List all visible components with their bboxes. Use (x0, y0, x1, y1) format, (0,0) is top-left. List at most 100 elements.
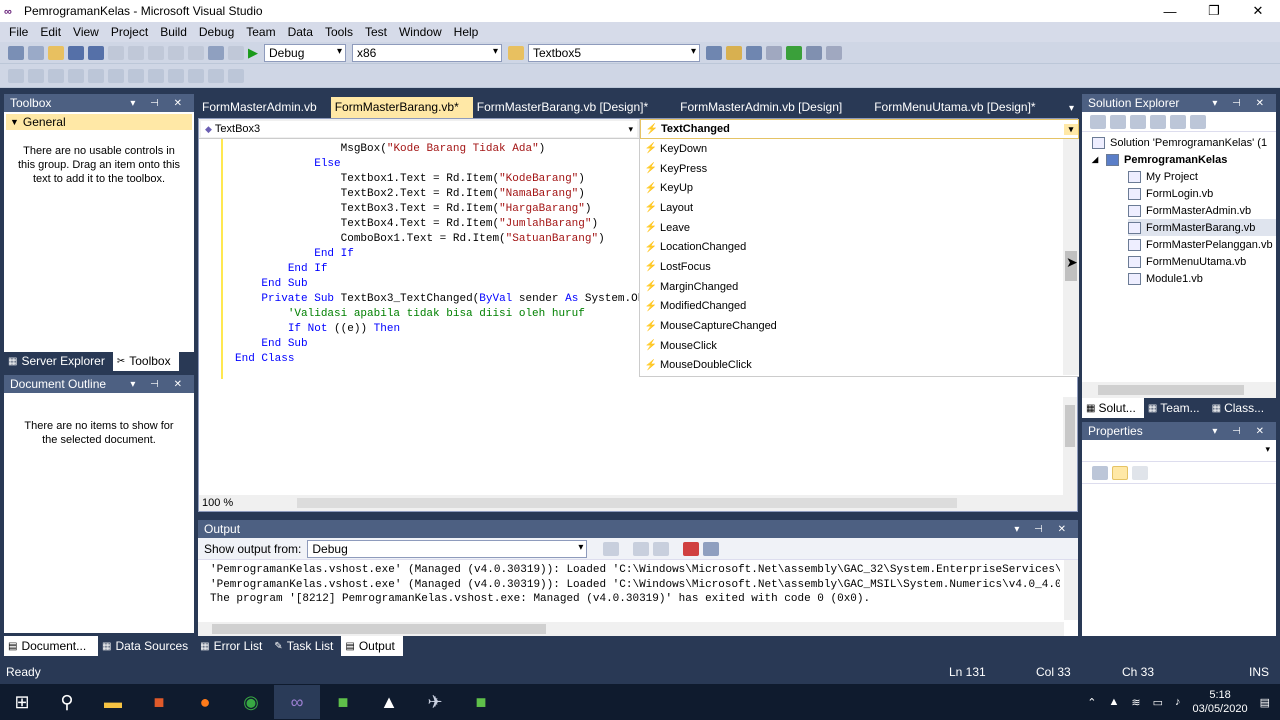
indent-icon[interactable] (108, 68, 124, 83)
menu-view[interactable]: View (67, 25, 105, 39)
new-project-icon[interactable] (8, 45, 24, 60)
start-page-icon[interactable] (786, 45, 802, 60)
tab-task-list[interactable]: ✎ Task List (270, 636, 341, 656)
zoom-level[interactable]: 100 % (199, 497, 259, 509)
menu-test[interactable]: Test (359, 25, 393, 39)
solution-item[interactable]: FormMenuUtama.vb (1128, 253, 1276, 270)
output-horizontal-scrollbar[interactable] (198, 622, 1064, 636)
tab-formmasterbarang-vb[interactable]: FormMasterBarang.vb* (330, 97, 473, 118)
tab-class-view[interactable]: ▦ Class... (1208, 398, 1272, 418)
event-dropdown-list[interactable]: ⚡ TextChanged ▾ ⚡ KeyDown ⚡ KeyPress ⚡ KeyUp ⚡… (639, 119, 1079, 377)
menu-team[interactable]: Team (240, 25, 281, 39)
event-list-item[interactable]: ⚡ KeyPress (640, 159, 1079, 179)
solution-horizontal-scrollbar[interactable] (1082, 382, 1276, 398)
cut-icon[interactable] (108, 45, 124, 60)
code-line[interactable]: MsgBox("Kode Barang Tidak Ada") (235, 142, 639, 157)
tab-formmasteradmin-design[interactable]: FormMasterAdmin.vb [Design] (676, 97, 870, 118)
prev-bookmark-icon[interactable] (188, 68, 204, 83)
code-line[interactable]: TextBox4.Text = Rd.Item("JumlahBarang") (235, 217, 639, 232)
open-file-icon[interactable] (48, 45, 64, 60)
scrollbar-thumb[interactable] (1098, 385, 1244, 395)
clear-all-icon[interactable] (683, 541, 700, 556)
save-all-icon[interactable] (88, 45, 104, 60)
tab-formmenuutama-design[interactable]: FormMenuUtama.vb [Design]* (870, 97, 1049, 118)
output-vertical-scrollbar[interactable] (1064, 560, 1078, 620)
horizontal-scrollbar-thumb[interactable] (297, 498, 957, 508)
solution-item[interactable]: My Project (1128, 168, 1276, 185)
collapse-arrow-icon[interactable]: ◢ (1092, 155, 1106, 164)
menu-tools[interactable]: Tools (319, 25, 359, 39)
show-all-files-icon[interactable] (1110, 114, 1126, 129)
save-icon[interactable] (68, 45, 84, 60)
properties-icon[interactable] (1090, 114, 1106, 129)
categorized-icon[interactable] (1092, 465, 1108, 480)
code-line[interactable]: TextBox3.Text = Rd.Item("HargaBarang") (235, 202, 639, 217)
output-text[interactable]: 'PemrogramanKelas.vshost.exe' (Managed (… (198, 560, 1060, 610)
menu-data[interactable]: Data (282, 25, 319, 39)
volume-icon[interactable]: ♪ (1175, 696, 1181, 708)
menu-build[interactable]: Build (154, 25, 193, 39)
event-list-item[interactable]: ⚡ ModifiedChanged (640, 297, 1079, 317)
panel-buttons-icon[interactable]: ▾ ⊣ ✕ (1212, 98, 1270, 109)
find-in-files-icon[interactable] (508, 45, 524, 60)
battery-icon[interactable]: ▭ (1153, 696, 1163, 709)
output-source-dropdown[interactable]: Debug (307, 539, 588, 558)
tab-server-explorer[interactable]: ▦ Server Explorer (4, 351, 113, 371)
find-dropdown[interactable]: Textbox5 (528, 43, 700, 62)
solution-item[interactable]: Module1.vb (1128, 270, 1276, 287)
code-line[interactable]: If Not ((e)) Then (235, 322, 639, 337)
code-line[interactable]: End Sub (235, 277, 639, 292)
notifications-icon[interactable]: ▤ (1260, 696, 1270, 709)
code-line[interactable]: TextBox2.Text = Rd.Item("NamaBarang") (235, 187, 639, 202)
alphabetical-icon[interactable] (1112, 465, 1128, 480)
tab-solution-explorer[interactable]: ▦ Solut... (1082, 398, 1144, 418)
code-line[interactable]: End Sub (235, 337, 639, 352)
event-list-item[interactable]: ⚡ MarginChanged (640, 277, 1079, 297)
dropdown-arrow-icon[interactable]: ▾ (1064, 123, 1078, 135)
class-diagram-icon[interactable] (1190, 114, 1206, 129)
undo-icon[interactable] (168, 45, 184, 60)
uncomment-icon[interactable] (148, 68, 164, 83)
menu-debug[interactable]: Debug (193, 25, 240, 39)
code-line[interactable]: 'Validasi apabila tidak bisa diisi oleh … (235, 307, 639, 322)
event-list-item[interactable]: ⚡ Leave (640, 218, 1079, 238)
menu-file[interactable]: File (3, 25, 34, 39)
file-explorer-icon[interactable]: ▬ (90, 685, 136, 719)
network-icon[interactable]: ▲ (1109, 696, 1120, 708)
tab-document-outline[interactable]: ▤ Document... (4, 636, 98, 656)
outdent-icon[interactable] (88, 68, 104, 83)
close-button[interactable]: ✕ (1236, 0, 1280, 22)
wifi-icon[interactable]: ≋ (1131, 696, 1140, 709)
app-orange-icon[interactable]: ■ (136, 685, 182, 719)
prev-message-icon[interactable] (633, 541, 650, 556)
event-list-item[interactable]: ⚡ MouseClick (640, 336, 1079, 356)
code-line[interactable]: Private Sub TextBox3_TextChanged(ByVal s… (235, 292, 639, 307)
toolbox-icon[interactable] (766, 45, 782, 60)
code-text[interactable]: MsgBox("Kode Barang Tidak Ada") Else Tex… (235, 142, 639, 367)
window-layout-icon[interactable] (826, 45, 842, 60)
clock[interactable]: 5:18 03/05/2020 (1193, 688, 1248, 716)
text-toolbar-icon-2[interactable] (28, 68, 44, 83)
event-list-item[interactable]: ⚡ KeyUp (640, 178, 1079, 198)
event-list-item[interactable]: ⚡ LocationChanged (640, 237, 1079, 257)
tab-toolbox[interactable]: ✂ Toolbox (112, 351, 179, 371)
code-line[interactable]: ComboBox1.Text = Rd.Item("SatuanBarang") (235, 232, 639, 247)
photos-icon[interactable]: ▲ (366, 685, 412, 719)
event-list-item[interactable]: ⚡ MouseDoubleClick (640, 356, 1079, 376)
project-node[interactable]: ◢ PemrogramanKelas (1092, 151, 1276, 168)
comment-icon[interactable] (128, 68, 144, 83)
tab-formmasterbarang-design[interactable]: FormMasterBarang.vb [Design]* (473, 97, 676, 118)
solution-item[interactable]: FormMasterAdmin.vb (1128, 202, 1276, 219)
redo-icon[interactable] (188, 45, 204, 60)
code-line[interactable]: End Class (235, 352, 639, 367)
copy-icon[interactable] (128, 45, 144, 60)
solution-item[interactable]: FormMasterBarang.vb (1128, 219, 1276, 236)
find-message-icon[interactable] (603, 541, 620, 556)
event-list-item[interactable]: ⚡ LostFocus (640, 257, 1079, 277)
solution-item[interactable]: FormMasterPelanggan.vb (1128, 236, 1276, 253)
network-app-icon[interactable]: ✈ (412, 685, 458, 719)
search-icon[interactable]: ⚲ (44, 685, 90, 719)
event-list-item[interactable]: ⚡ Layout (640, 198, 1079, 218)
restore-button[interactable]: ❐ (1192, 0, 1236, 22)
panel-buttons-icon[interactable]: ▾ ⊣ ✕ (1014, 524, 1072, 535)
